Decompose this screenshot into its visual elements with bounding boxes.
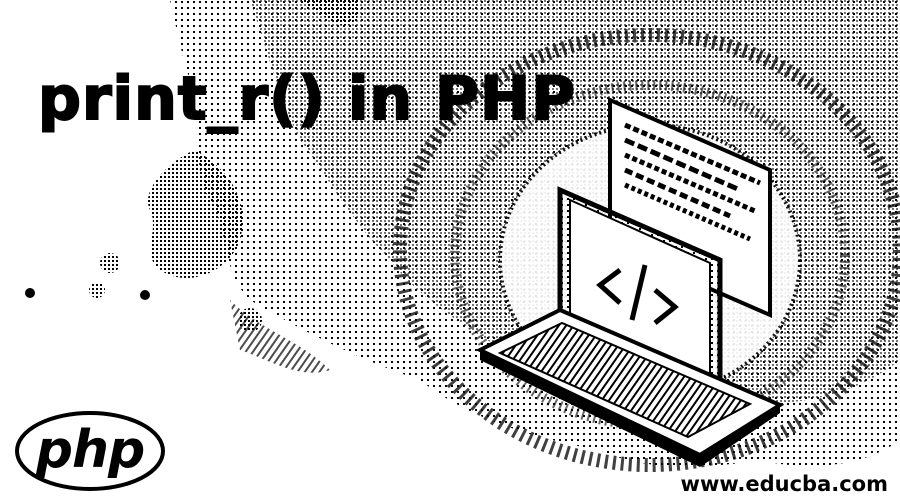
laptop-code-icon (475, 96, 785, 467)
website-url[interactable]: www.educba.com (681, 472, 888, 496)
banner: print_r() in PHP php www.educba.com (0, 0, 900, 500)
php-logo-text: php (35, 420, 145, 480)
